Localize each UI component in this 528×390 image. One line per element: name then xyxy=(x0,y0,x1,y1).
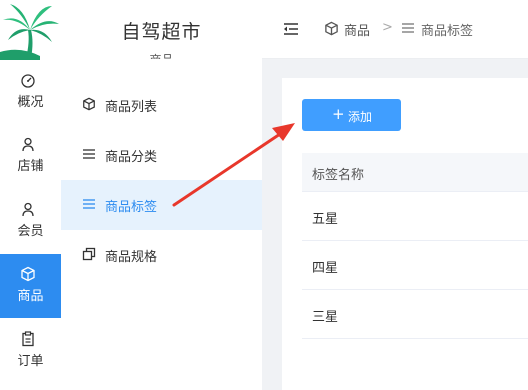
plus-icon: + xyxy=(332,105,345,123)
add-button[interactable]: + 添加 xyxy=(302,99,401,131)
rail-item-label: 店铺 xyxy=(17,159,44,174)
menu-collapse-icon[interactable] xyxy=(283,21,299,37)
rail-item-overview[interactable]: 概况 xyxy=(0,60,61,124)
brand-title: 自驾超市 xyxy=(121,21,202,43)
rail-item-member[interactable]: 会员 xyxy=(0,189,61,253)
rail-item-store[interactable]: 店铺 xyxy=(0,124,61,188)
menu-item-tags[interactable]: 商品标签 xyxy=(61,180,262,230)
table-header: 标签名称 xyxy=(302,153,528,192)
menu-item-label: 商品规格 xyxy=(105,250,158,265)
table-row[interactable]: 四星 xyxy=(302,241,528,290)
clipboard-icon xyxy=(20,331,36,347)
breadcrumb-root[interactable]: 商品 xyxy=(344,20,370,39)
dashboard-icon xyxy=(20,72,36,88)
list-icon xyxy=(82,197,96,211)
rail-item-order[interactable]: 订单 xyxy=(0,319,61,383)
rail-item-label: 概况 xyxy=(17,95,44,110)
menu-item-goods-list[interactable]: 商品列表 xyxy=(61,80,262,130)
table-cell: 三星 xyxy=(312,310,339,325)
submenu-panel: 自驾超市 商品 商品列表 商品分类 商品标签 商品规格 xyxy=(61,0,262,390)
breadcrumb-separator: > xyxy=(382,20,393,35)
list-icon xyxy=(82,147,96,161)
rail-item-label: 订单 xyxy=(17,354,44,369)
cube-icon xyxy=(82,97,96,111)
menu-item-label: 商品标签 xyxy=(105,200,158,215)
table-row[interactable]: 五星 xyxy=(302,192,528,241)
rail-item-label: 商品 xyxy=(17,289,44,304)
member-icon xyxy=(20,201,36,217)
table-cell: 五星 xyxy=(312,212,339,227)
icon-rail: 概况 店铺 会员 商品 订单 xyxy=(0,0,61,390)
brand-header: 自驾超市 商品 xyxy=(61,0,262,67)
menu-item-category[interactable]: 商品分类 xyxy=(61,130,262,180)
menu-item-spec[interactable]: 商品规格 xyxy=(61,230,262,280)
list-icon xyxy=(401,21,416,36)
menu-item-label: 商品列表 xyxy=(105,100,158,115)
main-content: + 添加 标签名称 五星 四星 三星 xyxy=(282,78,528,390)
column-header-tag-name: 标签名称 xyxy=(312,168,365,183)
palm-tree-logo xyxy=(0,0,61,60)
submenu-list: 商品列表 商品分类 商品标签 商品规格 xyxy=(61,59,262,390)
cube-icon xyxy=(20,266,36,282)
table-cell: 四星 xyxy=(312,261,339,276)
copy-icon xyxy=(82,247,96,261)
add-button-label: 添加 xyxy=(348,110,373,124)
top-header: 商品 > 商品标签 xyxy=(262,0,528,59)
rail-item-label: 会员 xyxy=(17,224,44,239)
table-row[interactable]: 三星 xyxy=(302,290,528,339)
cube-icon xyxy=(324,21,339,36)
breadcrumb-current: 商品标签 xyxy=(421,24,474,39)
menu-item-label: 商品分类 xyxy=(105,150,158,165)
rail-item-goods[interactable]: 商品 xyxy=(0,254,61,318)
store-icon xyxy=(20,136,36,152)
